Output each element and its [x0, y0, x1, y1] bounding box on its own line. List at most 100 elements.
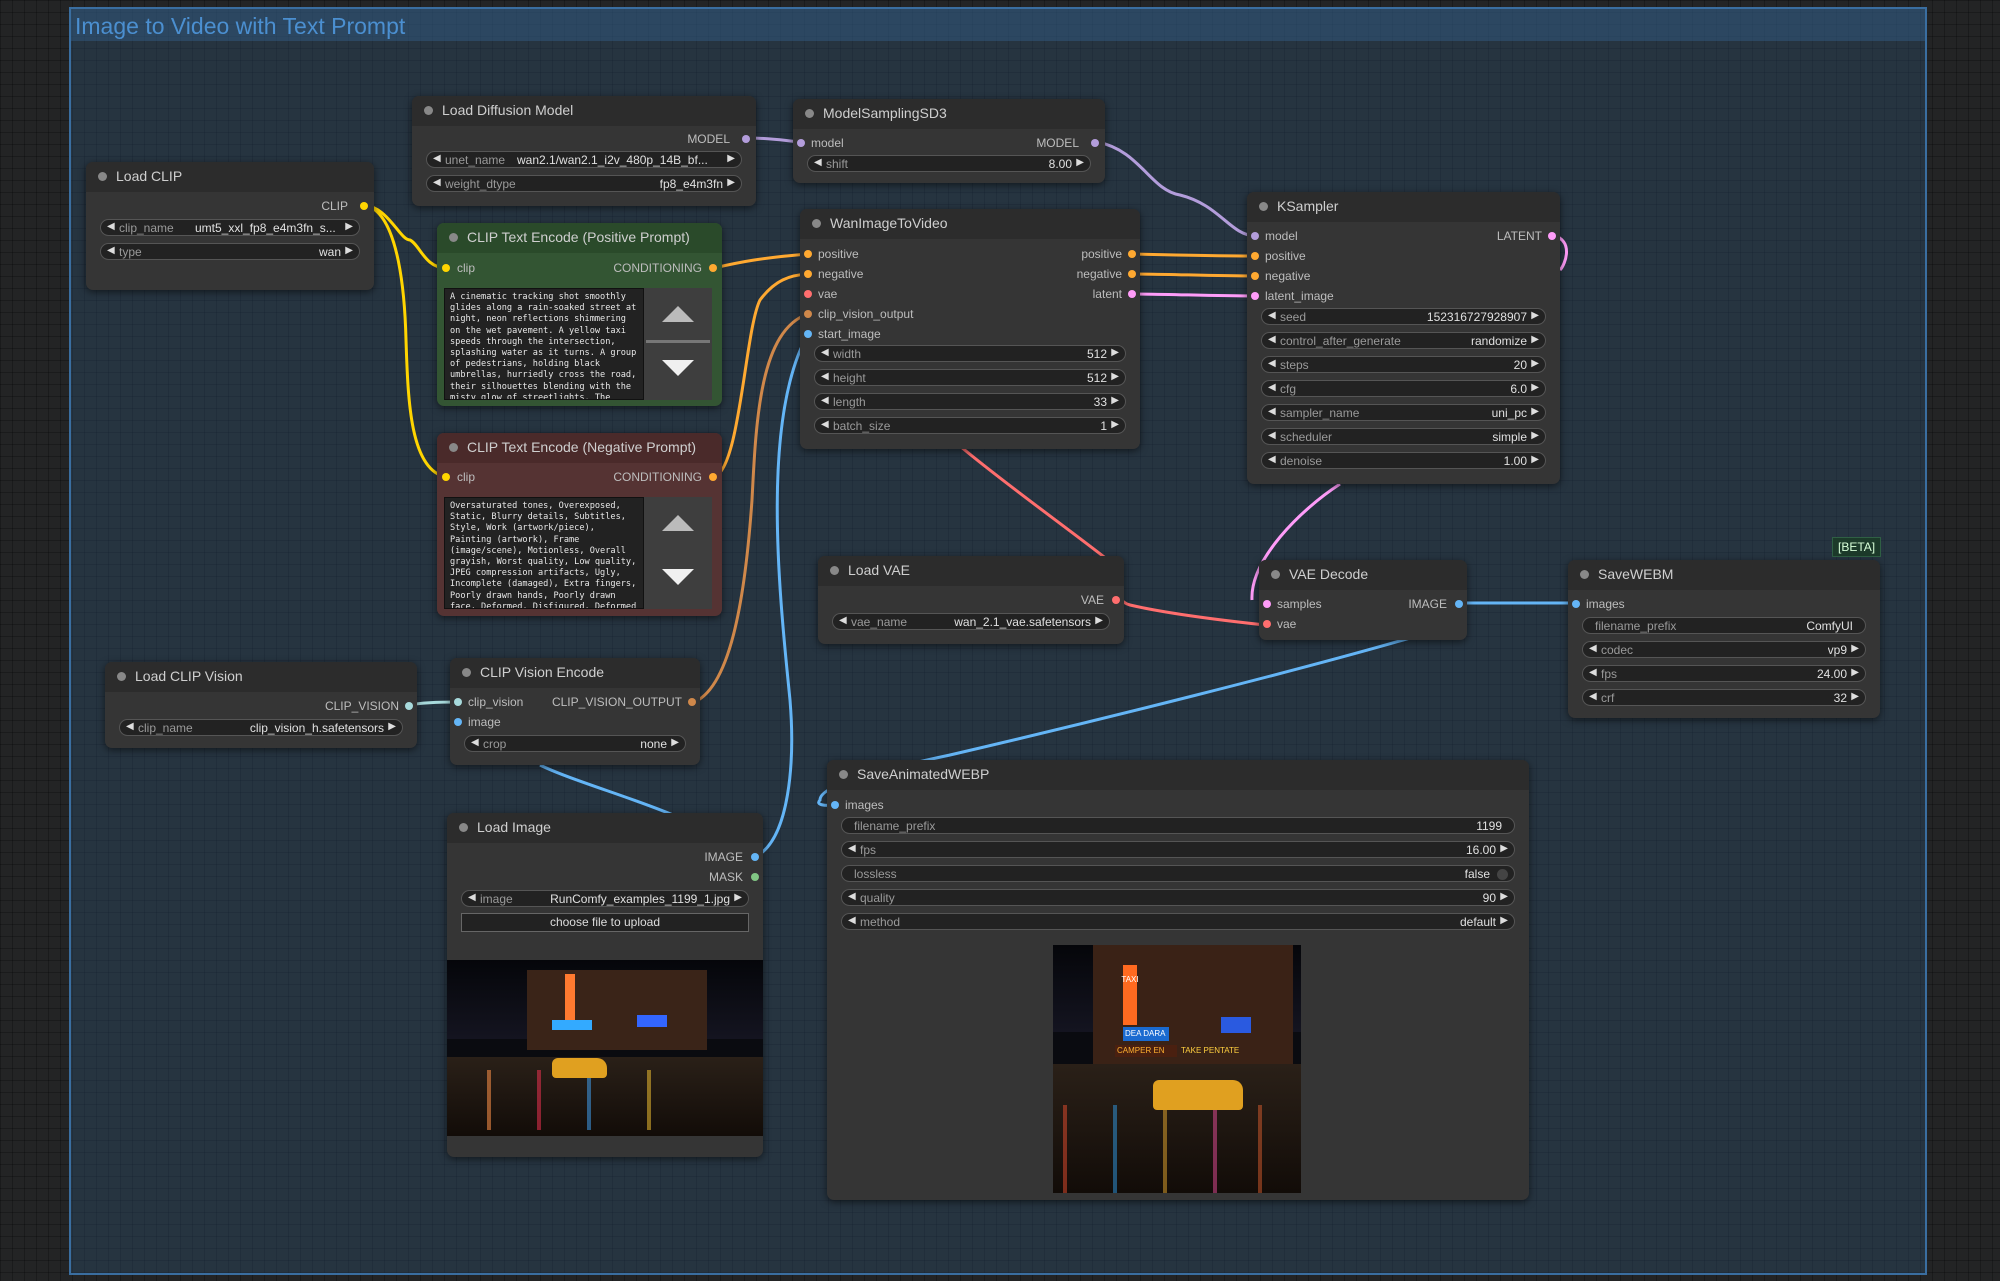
seed-widget[interactable]: ◀ seed 152316727928907 ▶ [1261, 308, 1546, 325]
output-clip-vision-output-pin[interactable] [688, 698, 696, 706]
load-clip-vision-node[interactable]: Load CLIP Vision CLIP_VISION ◀ clip_name c… [105, 662, 417, 748]
clip-vision-name-widget[interactable]: ◀ clip_name clip_vision_h.safetensors ▶ [119, 719, 403, 736]
group-title-bar[interactable]: Image to Video with Text Prompt [71, 9, 1925, 41]
collapse-dot[interactable] [830, 566, 839, 575]
weight-dtype-widget[interactable]: ◀ weight_dtype fp8_e4m3fn ▶ [426, 175, 742, 192]
collapse-dot[interactable] [117, 672, 126, 681]
output-positive-pin[interactable] [1128, 250, 1136, 258]
scroll-down-icon[interactable] [662, 569, 694, 585]
node-header[interactable]: WanImageToVideo [800, 209, 1140, 239]
load-vae-node[interactable]: Load VAE VAE ◀ vae_name wan_2.1_vae.safete… [818, 556, 1124, 644]
input-clip-vision-output-pin[interactable] [804, 310, 812, 318]
scheduler-widget[interactable]: ◀ scheduler simple ▶ [1261, 428, 1546, 445]
input-start-image-pin[interactable] [804, 330, 812, 338]
node-header[interactable]: Load VAE [818, 556, 1124, 586]
input-samples-pin[interactable] [1263, 600, 1271, 608]
method-widget[interactable]: ◀ method default ▶ [841, 913, 1515, 930]
load-clip-node[interactable]: Load CLIP CLIP ◀ clip_name umt5_xxl_fp8_e4… [86, 162, 374, 290]
input-negative-pin[interactable] [1251, 272, 1259, 280]
output-model-pin[interactable] [1091, 139, 1099, 147]
load-diffusion-model-node[interactable]: Load Diffusion Model MODEL ◀ unet_name wan… [412, 96, 756, 206]
width-widget[interactable]: ◀ width 512 ▶ [814, 345, 1126, 362]
node-header[interactable]: CLIP Text Encode (Positive Prompt) [437, 223, 722, 253]
input-vae-pin[interactable] [1263, 620, 1271, 628]
input-positive-pin[interactable] [1251, 252, 1259, 260]
unet-name-widget[interactable]: ◀ unet_name wan2.1/wan2.1_i2v_480p_14B_bf.… [426, 151, 742, 168]
cfg-widget[interactable]: ◀ cfg 6.0 ▶ [1261, 380, 1546, 397]
input-positive-pin[interactable] [804, 250, 812, 258]
output-image-pin[interactable] [1455, 600, 1463, 608]
collapse-dot[interactable] [1271, 570, 1280, 579]
output-negative-pin[interactable] [1128, 270, 1136, 278]
input-vae-pin[interactable] [804, 290, 812, 298]
collapse-dot[interactable] [1259, 202, 1268, 211]
node-header[interactable]: SaveWEBM [1568, 560, 1880, 590]
collapse-dot[interactable] [1580, 570, 1589, 579]
clip-vision-encode-node[interactable]: CLIP Vision Encode clip_vision image CLI… [450, 658, 700, 765]
collapse-dot[interactable] [839, 770, 848, 779]
input-image-pin[interactable] [454, 718, 462, 726]
clip-text-encode-negative-node[interactable]: CLIP Text Encode (Negative Prompt) clip … [437, 433, 722, 616]
load-image-node[interactable]: Load Image IMAGE MASK ◀ image RunComfy_exa… [447, 813, 763, 1157]
output-clip-pin[interactable] [360, 202, 368, 210]
input-model-pin[interactable] [797, 139, 805, 147]
save-webm-node[interactable]: SaveWEBM images filename_prefix ComfyUI ◀… [1568, 560, 1880, 718]
model-sampling-sd3-node[interactable]: ModelSamplingSD3 model MODEL ◀ shift 8.00 ▶ [793, 99, 1105, 183]
node-header[interactable]: VAE Decode [1259, 560, 1467, 590]
positive-prompt-textarea[interactable]: A cinematic tracking shot smoothly glide… [444, 288, 644, 400]
lossless-toggle[interactable]: lossless false [841, 865, 1515, 882]
wan-image-to-video-node[interactable]: WanImageToVideo positive negative vae cl… [800, 209, 1140, 449]
output-conditioning-pin[interactable] [709, 264, 717, 272]
fps-widget[interactable]: ◀ fps 16.00 ▶ [841, 841, 1515, 858]
length-widget[interactable]: ◀ length 33 ▶ [814, 393, 1126, 410]
save-animated-webp-node[interactable]: SaveAnimatedWEBP images filename_prefix 1… [827, 760, 1529, 1200]
fps-widget[interactable]: ◀ fps 24.00 ▶ [1582, 665, 1866, 682]
node-header[interactable]: Load Diffusion Model [412, 96, 756, 126]
node-header[interactable]: CLIP Vision Encode [450, 658, 700, 688]
sampler-name-widget[interactable]: ◀ sampler_name uni_pc ▶ [1261, 404, 1546, 421]
type-widget[interactable]: ◀ type wan ▶ [100, 243, 360, 260]
scroll-down-icon[interactable] [662, 360, 694, 376]
node-header[interactable]: ModelSamplingSD3 [793, 99, 1105, 129]
collapse-dot[interactable] [424, 106, 433, 115]
vae-decode-node[interactable]: VAE Decode samples vae IMAGE [1259, 560, 1467, 640]
node-header[interactable]: SaveAnimatedWEBP [827, 760, 1529, 790]
collapse-dot[interactable] [449, 443, 458, 452]
control-after-generate-widget[interactable]: ◀ control_after_generate randomize ▶ [1261, 332, 1546, 349]
collapse-dot[interactable] [805, 109, 814, 118]
filename-prefix-widget[interactable]: filename_prefix 1199 [841, 817, 1515, 834]
collapse-dot[interactable] [462, 668, 471, 677]
ksampler-node[interactable]: KSampler model positive negative latent_… [1247, 192, 1560, 484]
clip-name-widget[interactable]: ◀ clip_name umt5_xxl_fp8_e4m3fn_s... ▶ [100, 219, 360, 236]
shift-widget[interactable]: ◀ shift 8.00 ▶ [807, 155, 1091, 172]
textarea-scrollbar[interactable] [644, 497, 712, 609]
steps-widget[interactable]: ◀ steps 20 ▶ [1261, 356, 1546, 373]
input-clip-pin[interactable] [442, 264, 450, 272]
node-header[interactable]: CLIP Text Encode (Negative Prompt) [437, 433, 722, 463]
input-clip-vision-pin[interactable] [454, 698, 462, 706]
clip-text-encode-positive-node[interactable]: CLIP Text Encode (Positive Prompt) clip … [437, 223, 722, 406]
input-latent-image-pin[interactable] [1251, 292, 1259, 300]
output-latent-pin[interactable] [1128, 290, 1136, 298]
output-image-pin[interactable] [751, 853, 759, 861]
image-select-widget[interactable]: ◀ image RunComfy_examples_1199_1.jpg ▶ [461, 890, 749, 907]
collapse-dot[interactable] [812, 219, 821, 228]
output-clip-vision-pin[interactable] [405, 702, 413, 710]
input-model-pin[interactable] [1251, 232, 1259, 240]
negative-prompt-textarea[interactable]: Oversaturated tones, Overexposed, Static… [444, 497, 644, 609]
crop-widget[interactable]: ◀ crop none ▶ [464, 735, 686, 752]
filename-prefix-widget[interactable]: filename_prefix ComfyUI [1582, 617, 1866, 634]
output-latent-pin[interactable] [1548, 232, 1556, 240]
upload-button[interactable]: choose file to upload [461, 913, 749, 932]
output-conditioning-pin[interactable] [709, 473, 717, 481]
input-images-pin[interactable] [831, 801, 839, 809]
denoise-widget[interactable]: ◀ denoise 1.00 ▶ [1261, 452, 1546, 469]
textarea-scrollbar[interactable] [644, 288, 712, 400]
node-header[interactable]: Load CLIP Vision [105, 662, 417, 692]
output-model-pin[interactable] [742, 135, 750, 143]
codec-widget[interactable]: ◀ codec vp9 ▶ [1582, 641, 1866, 658]
batch-size-widget[interactable]: ◀ batch_size 1 ▶ [814, 417, 1126, 434]
height-widget[interactable]: ◀ height 512 ▶ [814, 369, 1126, 386]
scroll-up-icon[interactable] [662, 306, 694, 322]
node-header[interactable]: Load Image [447, 813, 763, 843]
